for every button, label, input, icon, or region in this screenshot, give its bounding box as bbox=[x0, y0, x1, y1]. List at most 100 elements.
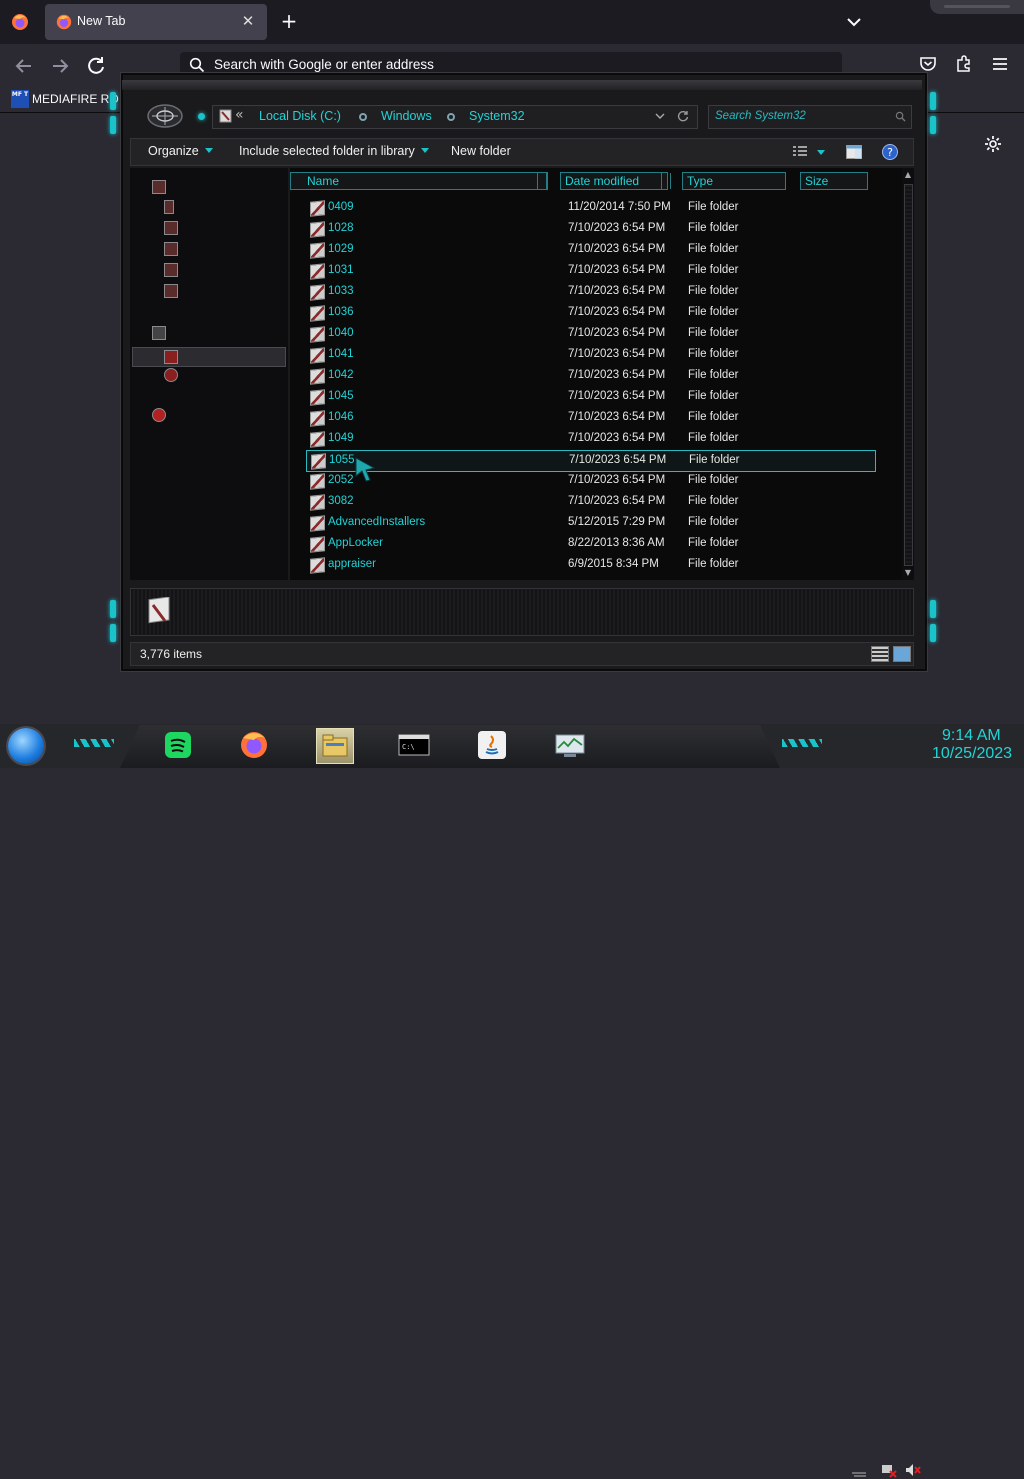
file-row[interactable]: 1042 7/10/2023 6:54 PM File folder bbox=[306, 366, 874, 386]
file-row[interactable]: 1033 7/10/2023 6:54 PM File folder bbox=[306, 282, 874, 302]
view-options-icon[interactable] bbox=[791, 143, 809, 161]
network-disconnected-icon[interactable] bbox=[880, 1461, 898, 1479]
command-prompt-icon[interactable]: C:\ bbox=[396, 728, 432, 762]
folder-icon[interactable] bbox=[164, 200, 174, 214]
gear-icon[interactable] bbox=[983, 134, 1003, 154]
file-row[interactable]: appraiser 6/9/2015 8:34 PM File folder bbox=[306, 555, 874, 575]
resource-monitor-icon[interactable] bbox=[552, 728, 588, 762]
file-type: File folder bbox=[688, 222, 739, 234]
chevron-down-icon[interactable] bbox=[842, 10, 866, 34]
drive-icon[interactable] bbox=[164, 368, 178, 382]
breadcrumb-windows[interactable]: Windows bbox=[381, 109, 432, 123]
file-type: File folder bbox=[688, 411, 739, 423]
file-row[interactable]: 1045 7/10/2023 6:54 PM File folder bbox=[306, 387, 874, 407]
search-input[interactable]: Search System32 bbox=[708, 105, 912, 129]
organize-button[interactable]: Organize bbox=[148, 144, 213, 158]
start-button[interactable] bbox=[8, 728, 44, 764]
details-view-icon[interactable] bbox=[871, 646, 889, 662]
file-name: 1046 bbox=[328, 411, 354, 423]
file-row[interactable]: AppLocker 8/22/2013 8:36 AM File folder bbox=[306, 534, 874, 554]
pocket-icon[interactable] bbox=[918, 54, 938, 74]
column-header-name[interactable]: Name bbox=[290, 172, 548, 190]
help-icon[interactable]: ? bbox=[881, 143, 899, 161]
firefox-icon[interactable] bbox=[236, 728, 272, 762]
close-tab-icon[interactable]: ✕ bbox=[237, 10, 259, 32]
extensions-icon[interactable] bbox=[954, 54, 974, 74]
java-icon[interactable] bbox=[474, 728, 510, 762]
breadcrumb-system32[interactable]: System32 bbox=[469, 109, 525, 123]
file-row[interactable]: 2052 7/10/2023 6:54 PM File folder bbox=[306, 471, 874, 491]
new-tab-button[interactable]: + bbox=[277, 9, 301, 33]
scroll-down-icon[interactable]: ▼ bbox=[903, 568, 913, 578]
file-row[interactable]: 1028 7/10/2023 6:54 PM File folder bbox=[306, 219, 874, 239]
preview-pane-icon[interactable] bbox=[845, 143, 863, 161]
breadcrumb-separator[interactable] bbox=[359, 113, 367, 121]
favorites-icon[interactable] bbox=[152, 180, 166, 194]
file-date-modified: 5/12/2015 7:29 PM bbox=[568, 516, 666, 528]
spotify-icon[interactable] bbox=[160, 728, 196, 762]
nav-item-local-disk[interactable] bbox=[132, 347, 286, 367]
file-row[interactable]: 0409 11/20/2014 7:50 PM File folder bbox=[306, 198, 874, 218]
scroll-thumb[interactable] bbox=[904, 184, 913, 566]
mouse-cursor-icon bbox=[355, 457, 376, 482]
folder-icon[interactable] bbox=[164, 284, 178, 298]
back-forward-orb-icon[interactable] bbox=[146, 102, 184, 130]
search-icon[interactable] bbox=[895, 111, 906, 122]
breadcrumb-separator[interactable] bbox=[447, 113, 455, 121]
folder-icon bbox=[310, 389, 325, 406]
file-row[interactable]: 1031 7/10/2023 6:54 PM File folder bbox=[306, 261, 874, 281]
folder-icon[interactable] bbox=[164, 221, 178, 235]
forward-arrow-icon[interactable] bbox=[48, 54, 72, 78]
reload-icon[interactable] bbox=[84, 54, 108, 78]
column-resize-handle[interactable] bbox=[661, 173, 671, 189]
file-explorer-icon[interactable] bbox=[316, 728, 354, 764]
column-resize-handle[interactable] bbox=[537, 173, 547, 189]
large-icons-view-icon[interactable] bbox=[893, 646, 911, 662]
breadcrumb-local-disk[interactable]: Local Disk (C:) bbox=[259, 109, 341, 123]
file-row[interactable]: 1040 7/10/2023 6:54 PM File folder bbox=[306, 324, 874, 344]
clock-date[interactable]: 10/25/2023 bbox=[932, 745, 1012, 763]
file-row[interactable]: 1046 7/10/2023 6:54 PM File folder bbox=[306, 408, 874, 428]
back-arrow-icon[interactable] bbox=[12, 54, 36, 78]
vertical-scrollbar[interactable]: ▲ ▼ bbox=[902, 168, 914, 580]
file-type: File folder bbox=[688, 369, 739, 381]
volume-muted-icon[interactable] bbox=[904, 1461, 922, 1479]
refresh-icon[interactable] bbox=[677, 110, 689, 122]
file-row[interactable]: 1049 7/10/2023 6:54 PM File folder bbox=[306, 429, 874, 449]
new-folder-button[interactable]: New folder bbox=[451, 144, 511, 158]
taskbar-corner-icon[interactable] bbox=[850, 1461, 868, 1479]
file-row[interactable]: AdvancedInstallers 5/12/2015 7:29 PM File … bbox=[306, 513, 874, 533]
file-row[interactable]: 1036 7/10/2023 6:54 PM File folder bbox=[306, 303, 874, 323]
folder-preview-icon bbox=[148, 597, 170, 624]
column-header-type[interactable]: Type bbox=[682, 172, 786, 190]
column-header-date[interactable]: Date modified bbox=[560, 172, 671, 190]
window-controls[interactable] bbox=[930, 0, 1024, 14]
file-row[interactable]: 1029 7/10/2023 6:54 PM File folder bbox=[306, 240, 874, 260]
menu-icon[interactable] bbox=[990, 54, 1010, 74]
clock-time[interactable]: 9:14 AM bbox=[942, 727, 1001, 745]
folder-icon[interactable] bbox=[164, 242, 178, 256]
folder-icon[interactable] bbox=[164, 263, 178, 277]
network-icon[interactable] bbox=[152, 408, 166, 422]
chevron-down-icon[interactable] bbox=[817, 150, 825, 155]
file-row[interactable]: 1041 7/10/2023 6:54 PM File folder bbox=[306, 345, 874, 365]
column-header-size[interactable]: Size bbox=[800, 172, 868, 190]
include-in-library-button[interactable]: Include selected folder in library bbox=[239, 144, 429, 158]
file-row[interactable]: 3082 7/10/2023 6:54 PM File folder bbox=[306, 492, 874, 512]
file-date-modified: 7/10/2023 6:54 PM bbox=[569, 454, 667, 466]
file-type: File folder bbox=[688, 348, 739, 360]
file-name: 1045 bbox=[328, 390, 354, 402]
frame-accent bbox=[930, 116, 936, 134]
address-bar[interactable]: « Local Disk (C:) Windows System32 bbox=[212, 105, 698, 129]
bookmark-mediafire[interactable]: MEDIAFIRE RO bbox=[32, 92, 119, 106]
chevron-down-icon bbox=[204, 148, 213, 153]
computer-icon[interactable] bbox=[152, 326, 166, 340]
tab-new-tab[interactable]: New Tab ✕ bbox=[45, 4, 267, 40]
folder-icon bbox=[310, 263, 325, 280]
breadcrumb-overflow[interactable]: « bbox=[235, 107, 244, 123]
chevron-down-icon[interactable] bbox=[655, 111, 665, 121]
file-row[interactable]: 1055 7/10/2023 6:54 PM File folder bbox=[306, 450, 876, 472]
title-bar[interactable] bbox=[122, 80, 922, 90]
scroll-up-icon[interactable]: ▲ bbox=[903, 170, 913, 180]
firefox-view-icon[interactable] bbox=[10, 12, 30, 32]
